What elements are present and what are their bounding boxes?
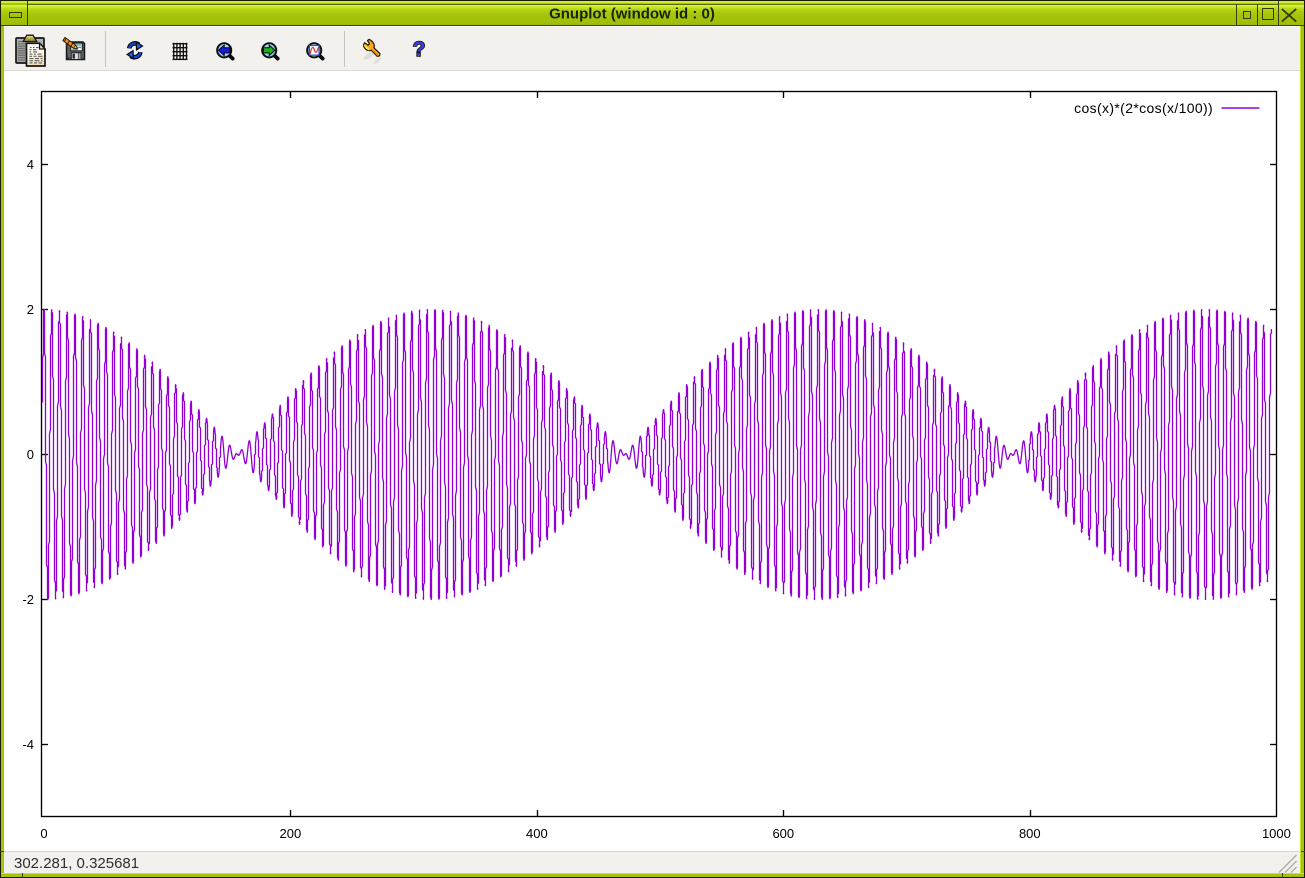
svg-text:600: 600 bbox=[772, 826, 794, 841]
svg-text:200: 200 bbox=[280, 826, 302, 841]
svg-text:0: 0 bbox=[27, 447, 34, 462]
svg-text:4: 4 bbox=[27, 157, 34, 172]
svg-text:-4: -4 bbox=[22, 737, 34, 752]
svg-text:?: ? bbox=[413, 38, 426, 61]
svg-text:0: 0 bbox=[40, 826, 47, 841]
svg-text:-2: -2 bbox=[22, 592, 34, 607]
svg-text:Gnuplot (window id : 0): Gnuplot (window id : 0) bbox=[549, 6, 715, 23]
svg-text:2: 2 bbox=[27, 302, 34, 317]
svg-text:cos(x)*(2*cos(x/100)): cos(x)*(2*cos(x/100)) bbox=[1074, 100, 1213, 116]
svg-text:800: 800 bbox=[1019, 826, 1041, 841]
svg-text:302.281, 0.325681: 302.281, 0.325681 bbox=[14, 855, 139, 872]
svg-text:400: 400 bbox=[526, 826, 548, 841]
svg-text:1000: 1000 bbox=[1262, 826, 1291, 841]
